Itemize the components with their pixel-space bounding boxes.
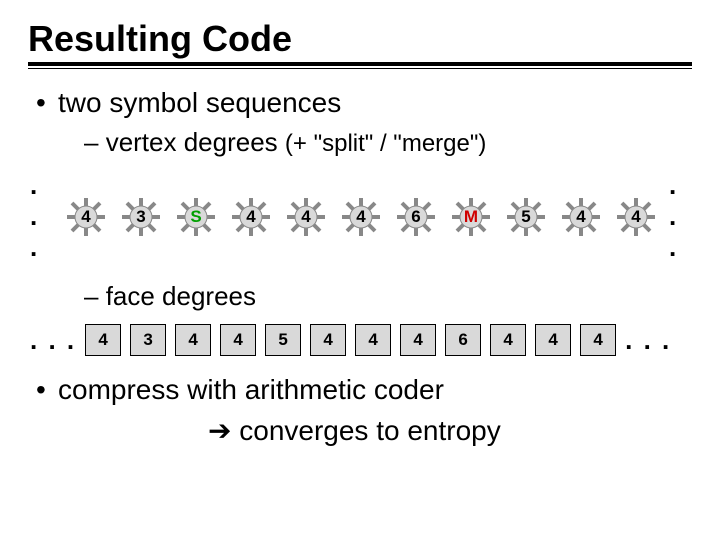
face-sequence: . . . 434454446444. . . xyxy=(28,324,692,356)
conclusion-line: ➔ converges to entropy xyxy=(208,414,692,447)
sub-vertex-degrees: – vertex degrees (+ "split" / "merge") xyxy=(84,127,692,158)
ellipsis-icon: . . . xyxy=(30,170,53,263)
degree-star: 4 xyxy=(339,195,383,239)
degree-box: 4 xyxy=(535,324,571,356)
degree-box: 4 xyxy=(310,324,346,356)
degree-box: 4 xyxy=(175,324,211,356)
slide-title: Resulting Code xyxy=(28,18,692,60)
degree-star: 4 xyxy=(559,195,603,239)
degree-box: 4 xyxy=(490,324,526,356)
divider-thick xyxy=(28,62,692,66)
conclusion-text: converges to entropy xyxy=(239,415,501,446)
degree-box: 4 xyxy=(220,324,256,356)
bullet-sequences: •two symbol sequences xyxy=(36,87,692,119)
degree-star: M xyxy=(449,195,493,239)
degree-box: 4 xyxy=(85,324,121,356)
ellipsis-icon: . . . xyxy=(625,325,671,356)
degree-star: S xyxy=(174,195,218,239)
degree-star: 4 xyxy=(229,195,273,239)
degree-star: 6 xyxy=(394,195,438,239)
divider-thin xyxy=(28,68,692,69)
degree-box: 5 xyxy=(265,324,301,356)
bullet-sequences-text: two symbol sequences xyxy=(58,87,341,118)
sub-face-text: face degrees xyxy=(106,281,256,311)
degree-box: 4 xyxy=(580,324,616,356)
degree-star: 4 xyxy=(64,195,108,239)
bullet-compress-text: compress with arithmetic coder xyxy=(58,374,444,405)
degree-box: 6 xyxy=(445,324,481,356)
degree-box: 3 xyxy=(130,324,166,356)
degree-star: 5 xyxy=(504,195,548,239)
ellipsis-icon: . . . xyxy=(30,325,76,356)
sub-vertex-paren: (+ "split" / "merge") xyxy=(285,130,486,157)
degree-star: 3 xyxy=(119,195,163,239)
ellipsis-icon: . . . xyxy=(669,170,692,263)
degree-box: 4 xyxy=(355,324,391,356)
degree-star: 4 xyxy=(284,195,328,239)
sub-vertex-text: vertex degrees xyxy=(106,127,285,157)
degree-star: 4 xyxy=(614,195,658,239)
sub-face-degrees: – face degrees xyxy=(84,281,692,312)
arrow-icon: ➔ xyxy=(208,415,231,446)
vertex-sequence: . . . 43S4446M544. . . xyxy=(28,170,692,263)
bullet-compress: •compress with arithmetic coder xyxy=(36,374,692,406)
degree-box: 4 xyxy=(400,324,436,356)
